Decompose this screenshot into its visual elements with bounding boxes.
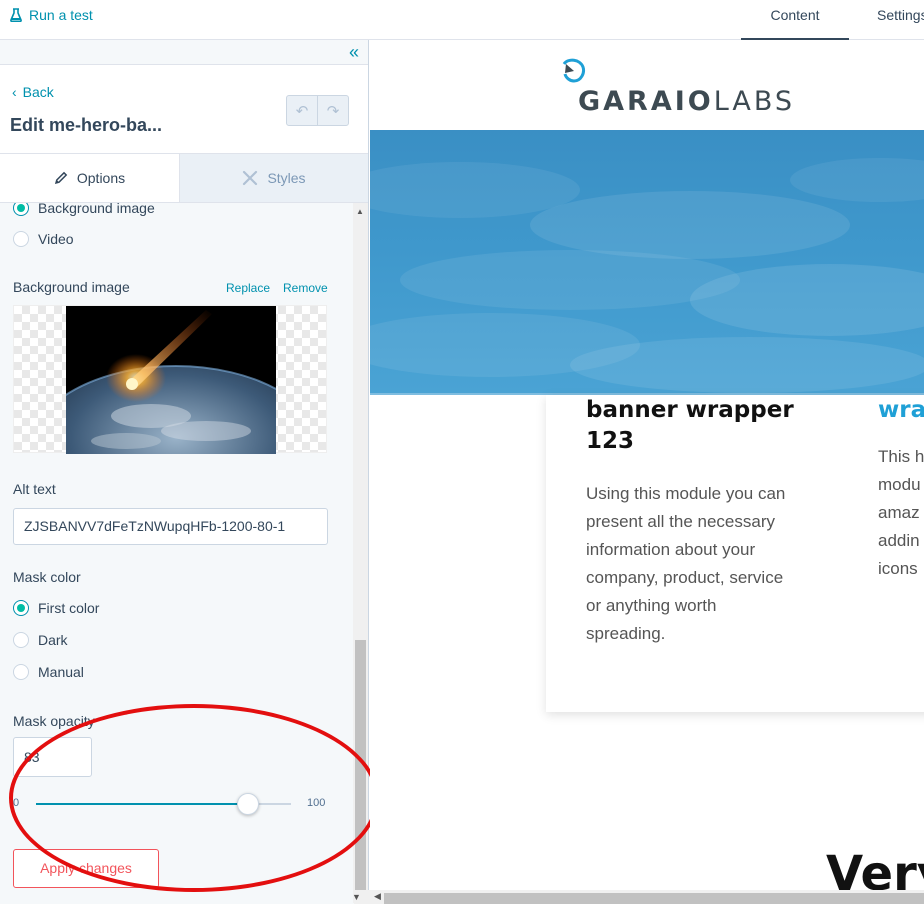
second-card-text: This h modu amaz addin icons bbox=[878, 443, 924, 583]
redo-button[interactable]: ↷ bbox=[318, 96, 348, 125]
horizontal-scrollbar-thumb[interactable] bbox=[384, 893, 924, 904]
card-title: banner wrapper 123 bbox=[586, 397, 794, 454]
slider-min-label: 0 bbox=[13, 797, 20, 809]
background-image-preview[interactable] bbox=[13, 305, 327, 454]
apply-changes-button[interactable]: Apply changes bbox=[13, 849, 159, 888]
tab-styles-label: Styles bbox=[267, 170, 306, 186]
options-scroll-area[interactable]: Background image Video Background image … bbox=[0, 203, 368, 903]
mask-opacity-label: Mask opacity bbox=[13, 713, 95, 729]
redo-icon: ↷ bbox=[326, 102, 340, 120]
mask-opacity-input[interactable]: 83 bbox=[13, 737, 92, 777]
tab-content[interactable]: Content bbox=[741, 0, 849, 40]
radio-manual[interactable]: Manual bbox=[13, 664, 84, 680]
alt-text-input[interactable]: ZJSBANVV7dFeTzNWupqHFb-1200-80-1 bbox=[13, 508, 328, 545]
horizontal-scrollbar[interactable]: ▼ ◀ bbox=[352, 890, 924, 904]
page-preview: GARAIOLABS banner wrapper 123 Using this… bbox=[370, 40, 924, 904]
logo-text-bold: GARAIO bbox=[578, 86, 714, 117]
tab-options[interactable]: Options bbox=[0, 154, 180, 202]
tab-options-label: Options bbox=[76, 170, 126, 186]
tab-styles[interactable]: Styles bbox=[180, 154, 368, 202]
radio-button-checked[interactable] bbox=[13, 203, 29, 216]
chevron-left-icon: ‹ bbox=[12, 84, 17, 100]
radio-label: Background image bbox=[38, 203, 155, 216]
scrollbar-thumb[interactable] bbox=[355, 640, 366, 890]
feature-card: banner wrapper 123 Using this module you… bbox=[546, 395, 924, 712]
sidebar-scrollbar[interactable]: ▲ bbox=[353, 203, 368, 903]
options-tabs: Options Styles bbox=[0, 154, 368, 203]
radio-button-checked[interactable] bbox=[13, 600, 29, 616]
garaio-labs-logo: GARAIOLABS bbox=[560, 58, 795, 117]
radio-first-color[interactable]: First color bbox=[13, 600, 99, 616]
mask-opacity-slider[interactable] bbox=[36, 793, 291, 815]
card-text: Using this module you can present all th… bbox=[586, 484, 786, 643]
top-bar: Run a test Content Settings bbox=[0, 0, 924, 40]
hero-banner bbox=[370, 130, 924, 395]
pencil-icon bbox=[54, 171, 68, 185]
alt-text-label: Alt text bbox=[13, 481, 56, 497]
back-link[interactable]: ‹ Back bbox=[12, 84, 54, 100]
radio-background-image[interactable]: Background image bbox=[13, 203, 155, 216]
radio-button[interactable] bbox=[13, 231, 29, 247]
panel-header: ‹ Back Edit me-hero-ba... ↶ ↷ bbox=[0, 65, 368, 154]
radio-button[interactable] bbox=[13, 664, 29, 680]
undo-button[interactable]: ↶ bbox=[287, 96, 318, 125]
radio-video[interactable]: Video bbox=[13, 231, 74, 247]
sky-clouds-image bbox=[370, 158, 924, 393]
flask-icon bbox=[10, 8, 22, 22]
second-card-line: addin bbox=[878, 531, 920, 550]
slider-fill bbox=[36, 803, 248, 805]
run-test-link[interactable]: Run a test bbox=[10, 7, 93, 23]
slider-max-label: 100 bbox=[307, 797, 326, 809]
back-label: Back bbox=[22, 84, 54, 100]
scroll-down-arrow-icon[interactable]: ▼ bbox=[352, 892, 361, 902]
radio-label: Manual bbox=[38, 664, 84, 680]
background-image-label: Background image bbox=[13, 279, 130, 295]
undo-icon: ↶ bbox=[295, 102, 309, 120]
editor-sidebar: « ‹ Back Edit me-hero-ba... ↶ ↷ Options … bbox=[0, 40, 369, 904]
collapse-row: « bbox=[0, 40, 368, 65]
slider-handle[interactable] bbox=[236, 793, 259, 815]
second-card-line: modu bbox=[878, 475, 921, 494]
radio-label: Dark bbox=[38, 632, 68, 648]
meteor-image bbox=[66, 306, 276, 454]
mask-color-label: Mask color bbox=[13, 569, 81, 585]
second-card-line: icons bbox=[878, 559, 918, 578]
radio-dark[interactable]: Dark bbox=[13, 632, 68, 648]
tab-settings[interactable]: Settings bbox=[877, 0, 924, 30]
remove-image-link[interactable]: Remove bbox=[283, 281, 328, 295]
undo-redo-group: ↶ ↷ bbox=[286, 95, 349, 126]
radio-button[interactable] bbox=[13, 632, 29, 648]
module-title: Edit me-hero-ba... bbox=[10, 115, 163, 135]
logo-mark-icon bbox=[562, 58, 585, 83]
second-card-line: amaz bbox=[878, 503, 920, 522]
run-test-label: Run a test bbox=[29, 7, 93, 23]
styles-icon bbox=[243, 170, 258, 186]
collapse-sidebar-icon[interactable]: « bbox=[349, 42, 359, 62]
radio-label: First color bbox=[38, 600, 100, 616]
second-card-title: wrap bbox=[878, 397, 924, 423]
radio-label: Video bbox=[38, 231, 74, 247]
scroll-up-arrow-icon[interactable]: ▲ bbox=[356, 207, 364, 216]
second-card-line: This h bbox=[878, 447, 924, 466]
scroll-left-arrow-icon[interactable]: ◀ bbox=[374, 891, 381, 902]
replace-image-link[interactable]: Replace bbox=[226, 281, 270, 295]
logo-text-light: LABS bbox=[713, 86, 796, 117]
